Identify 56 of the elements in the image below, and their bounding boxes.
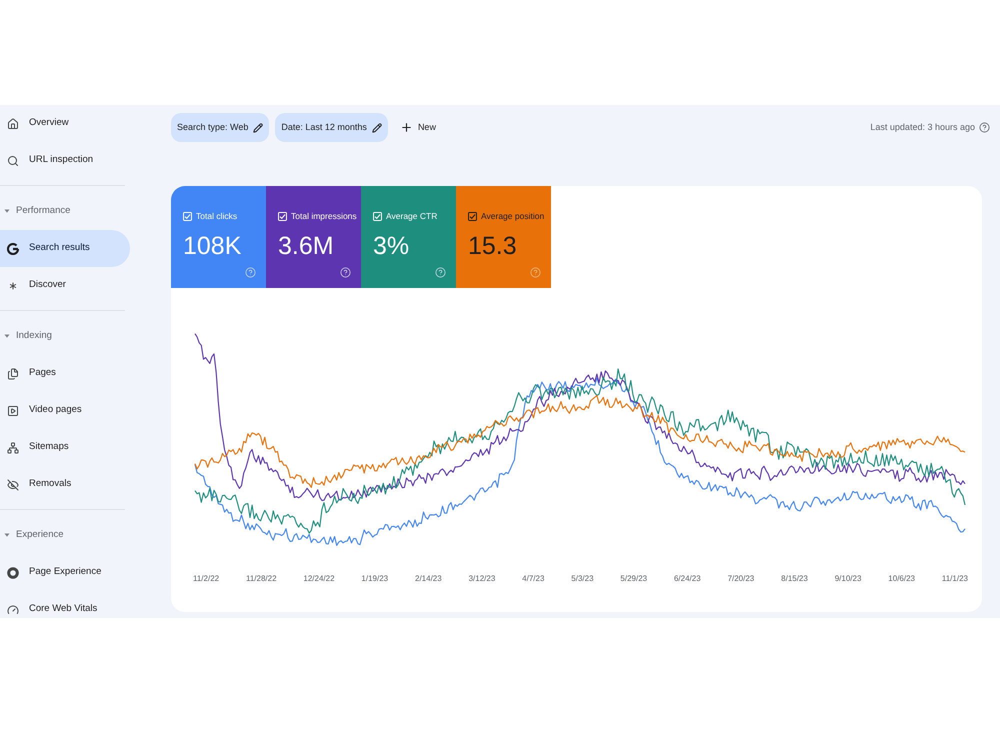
axis-date-label: 6/24/23	[674, 573, 701, 585]
sidebar-item[interactable]: Removals	[0, 466, 130, 503]
asterisk-icon	[7, 280, 19, 292]
axis-date-label: 11/2/22	[193, 573, 220, 585]
metric-value: 3%	[373, 234, 410, 259]
axis-date-label: 5/3/23	[571, 573, 594, 585]
axis-date-label: 8/15/23	[781, 573, 808, 585]
axis-date-label: 10/6/23	[888, 573, 915, 585]
sidebar-item[interactable]: Overview	[0, 105, 130, 142]
axis-date-label: 12/24/22	[303, 573, 335, 585]
sidebar-item[interactable]: Page Experience	[0, 554, 130, 591]
metric-tile[interactable]: Average position 15.3	[456, 186, 551, 288]
search-icon	[7, 154, 19, 166]
section-header[interactable]: Performance	[0, 186, 125, 230]
new-filter-button[interactable]: New	[396, 113, 440, 142]
section-header[interactable]: Experience	[0, 510, 125, 554]
plus-icon	[400, 121, 413, 134]
hierarchy-icon	[7, 442, 19, 454]
sidebar-item[interactable]: Discover	[0, 267, 130, 304]
crossed-eye-icon	[7, 478, 19, 490]
metric-label: Total impressions	[291, 210, 357, 223]
filter-chip[interactable]: Date: Last 12 months	[275, 113, 388, 142]
checked-checkbox-icon[interactable]	[468, 212, 477, 221]
axis-date-label: 11/28/22	[246, 573, 277, 585]
section-header[interactable]: Indexing	[0, 311, 125, 355]
metric-value: 3.6M	[278, 234, 334, 259]
axis-date-label: 7/20/23	[728, 573, 754, 585]
axis-date-label: 11/1/23	[942, 573, 968, 585]
metric-label: Total clicks	[196, 210, 238, 223]
metric-value: 108K	[183, 234, 242, 259]
pencil-icon	[372, 122, 382, 132]
sidebar-item[interactable]: Video pages	[0, 392, 130, 429]
axis-date-label: 1/19/23	[361, 573, 388, 585]
metric-label: Average position	[481, 210, 544, 223]
metric-value: 15.3	[468, 234, 517, 259]
letter-g-icon	[7, 242, 19, 254]
sidebar-item[interactable]: Search results	[0, 230, 130, 267]
axis-date-label: 3/12/23	[468, 573, 496, 585]
sidebar-item[interactable]: Core Web Vitals	[0, 591, 130, 618]
last-updated-text: Last updated: 3 hours ago	[870, 120, 975, 134]
axis-date-label: 5/29/23	[620, 573, 648, 585]
sidebar-item[interactable]: Pages	[0, 355, 130, 392]
metric-label: Average CTR	[386, 210, 438, 223]
video-file-icon	[7, 404, 19, 416]
help-icon[interactable]	[979, 122, 990, 133]
pencil-icon	[253, 122, 264, 132]
ring-icon	[7, 566, 19, 578]
gauge-icon	[7, 604, 19, 616]
sidebar-item[interactable]: URL inspection	[0, 142, 130, 179]
home-icon	[7, 118, 19, 130]
axis-date-label: 2/14/23	[415, 573, 442, 585]
documents-icon	[7, 368, 19, 380]
sidebar-item[interactable]: Sitemaps	[0, 429, 130, 466]
axis-date-label: 9/10/23	[834, 573, 862, 585]
filter-chip[interactable]: Search type: Web	[171, 113, 270, 142]
axis-date-label: 4/7/23	[522, 573, 544, 585]
